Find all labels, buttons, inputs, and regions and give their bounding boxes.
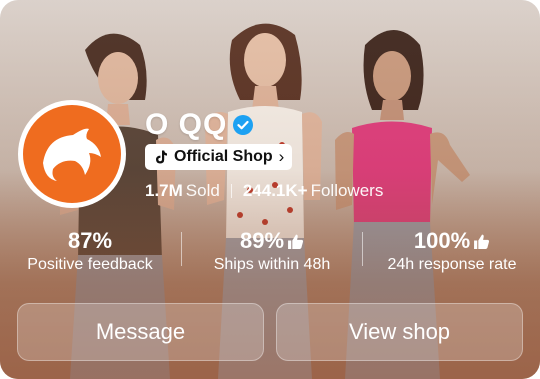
metric-24h-response-rate: 100% 24h response rate	[372, 228, 532, 276]
shop-name[interactable]: O QQ	[145, 108, 254, 142]
metric-label: Ships within 48h	[213, 256, 331, 273]
metric-value: 89%	[239, 228, 285, 253]
chevron-right-icon: ›	[278, 147, 285, 166]
sold-count: 1.7M	[145, 181, 183, 200]
metric-divider	[362, 232, 363, 266]
verified-check-icon	[233, 115, 254, 135]
thumbs-up-icon	[288, 234, 304, 249]
shop-stats: 1.7M Sold 244.1K+ Followers	[145, 180, 383, 202]
stats-divider	[230, 184, 232, 198]
sold-label: Sold	[185, 181, 220, 200]
official-shop-badge[interactable]: Official Shop ›	[145, 144, 293, 170]
shop-card: O QQ Official Shop › 1.7M Sold 244.1K+ F…	[0, 0, 540, 379]
metric-value: 100%	[413, 228, 471, 253]
metric-positive-feedback: 87% Positive feedback	[10, 228, 170, 276]
shop-name-text: O QQ	[145, 108, 228, 141]
metric-label: 24h response rate	[387, 256, 517, 273]
metric-value-row: 100%	[372, 228, 532, 254]
message-button[interactable]: Message	[17, 303, 264, 361]
dolphin-icon	[43, 128, 101, 181]
metric-divider	[181, 232, 182, 266]
metric-label: Positive feedback	[27, 256, 153, 273]
official-shop-label: Official Shop	[174, 148, 273, 165]
tiktok-icon	[156, 150, 167, 164]
view-shop-button[interactable]: View shop	[276, 303, 523, 361]
metric-ships-within-48h: 89% Ships within 48h	[192, 228, 352, 276]
metric-value-row: 89%	[192, 228, 352, 254]
shop-logo[interactable]	[18, 100, 126, 208]
thumbs-up-icon	[474, 234, 490, 249]
logo-background	[23, 105, 121, 203]
metric-value: 87%	[67, 228, 113, 253]
shop-metrics: 87% Positive feedback 89% Ships within 4…	[0, 228, 540, 276]
followers-label: Followers	[310, 181, 384, 200]
followers-count: 244.1K+	[242, 181, 308, 200]
